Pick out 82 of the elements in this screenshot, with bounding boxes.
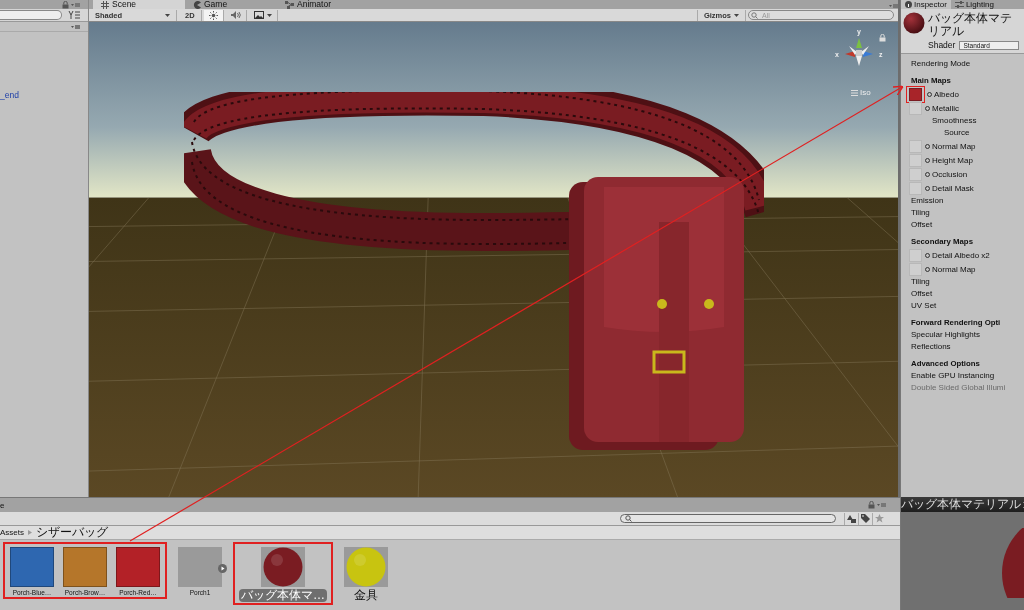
inspector-tab[interactable]: Inspector: [901, 0, 951, 9]
search-icon: [625, 515, 632, 522]
image-icon: [253, 11, 264, 19]
property-label: Smoothness: [932, 115, 977, 127]
property-label: Metallic: [932, 103, 960, 113]
texture-thumbnail[interactable]: [63, 547, 107, 587]
asset-name[interactable]: 金具: [352, 589, 380, 602]
pacman-icon: [193, 0, 201, 9]
property-label: Reflections: [911, 341, 951, 353]
hierarchy-item[interactable]: _end: [0, 90, 19, 100]
menu-icon[interactable]: [889, 3, 898, 9]
property-label: Normal Map: [932, 264, 976, 274]
sun-icon: [208, 10, 218, 20]
shapes-icon: [847, 514, 856, 523]
property-label: Normal Map: [932, 141, 976, 151]
search-field[interactable]: [0, 10, 62, 20]
play-icon[interactable]: [218, 564, 227, 573]
search-icon: [751, 11, 760, 19]
search-field[interactable]: [620, 514, 836, 523]
panel-tab[interactable]: e: [0, 500, 5, 510]
object-picker-icon[interactable]: [925, 157, 930, 163]
property-label: Double Sided Global Illumi: [911, 382, 1006, 394]
object-picker-icon[interactable]: [927, 91, 932, 97]
shader-label: Shader: [928, 40, 956, 50]
filter-icon[interactable]: [68, 10, 80, 20]
material-name: バッグ本体マテリアル: [928, 12, 1013, 38]
property-label: Source: [944, 127, 970, 139]
object-picker-icon[interactable]: [925, 171, 930, 177]
scene-tab[interactable]: Game: [185, 0, 277, 9]
lock-icon[interactable]: [879, 34, 886, 42]
lock-icon[interactable]: [868, 501, 875, 509]
material-sphere-thumbnail[interactable]: [346, 547, 386, 587]
breadcrumb-item[interactable]: Assets: [0, 528, 24, 537]
texture-thumbnail[interactable]: [116, 547, 160, 587]
sliders-icon: [954, 1, 964, 8]
breadcrumb-arrow-icon: [28, 530, 32, 535]
asset-name[interactable]: バッグ本体マ…: [239, 589, 327, 602]
property-label: Offset: [911, 288, 933, 300]
property-label: Offset: [911, 219, 933, 231]
menu-icon[interactable]: [877, 502, 886, 508]
caret-icon: [165, 13, 170, 17]
speaker-icon: [230, 11, 241, 19]
property-label: Detail Albedo x2: [932, 250, 990, 260]
scene-tab[interactable]: Animator: [277, 0, 369, 9]
property-label: Specular Highlights: [911, 329, 980, 341]
property-label: Albedo: [934, 89, 959, 99]
info-icon: [905, 1, 912, 8]
grid-icon: [101, 0, 109, 9]
label-filter-button[interactable]: [858, 512, 872, 525]
object-picker-icon[interactable]: [925, 252, 930, 258]
type-filter-button[interactable]: [844, 512, 858, 525]
tag-icon: [861, 514, 870, 523]
preview-title: バッグ本体マテリアル: [901, 496, 1021, 513]
property-label: Rendering Mode: [911, 58, 971, 70]
material-sphere-preview: [1002, 528, 1024, 598]
caret-icon: [734, 13, 739, 17]
menu-icon[interactable]: [71, 23, 80, 30]
property-label: Emission: [911, 195, 944, 207]
property-label: Tiling: [911, 276, 930, 288]
caret-icon: [266, 13, 272, 17]
menu-icon[interactable]: [71, 1, 80, 8]
property-label: Detail Mask: [932, 183, 974, 193]
property-label: Enable GPU Instancing: [911, 370, 995, 382]
object-picker-icon[interactable]: [925, 266, 930, 272]
object-picker-icon[interactable]: [925, 105, 930, 111]
lock-icon[interactable]: [62, 0, 69, 9]
property-label: UV Set: [911, 300, 937, 312]
model-thumbnail[interactable]: [178, 547, 222, 587]
property-label: Occlusion: [932, 169, 968, 179]
material-sphere-icon: [903, 12, 925, 34]
material-sphere-thumbnail[interactable]: [263, 547, 303, 587]
texture-thumbnail[interactable]: [10, 547, 54, 587]
nodes-icon: [285, 0, 294, 9]
property-label: Height Map: [932, 155, 973, 165]
object-picker-icon[interactable]: [925, 185, 930, 191]
object-picker-icon[interactable]: [925, 143, 930, 149]
menu-icon: [851, 89, 858, 96]
property-label: Tiling: [911, 207, 930, 219]
scene-tab[interactable]: Scene: [93, 0, 185, 9]
lighting-toggle[interactable]: [203, 9, 224, 21]
breadcrumb-item[interactable]: シザーバッグ: [36, 524, 108, 541]
inspector-tab[interactable]: Lighting: [950, 0, 998, 9]
